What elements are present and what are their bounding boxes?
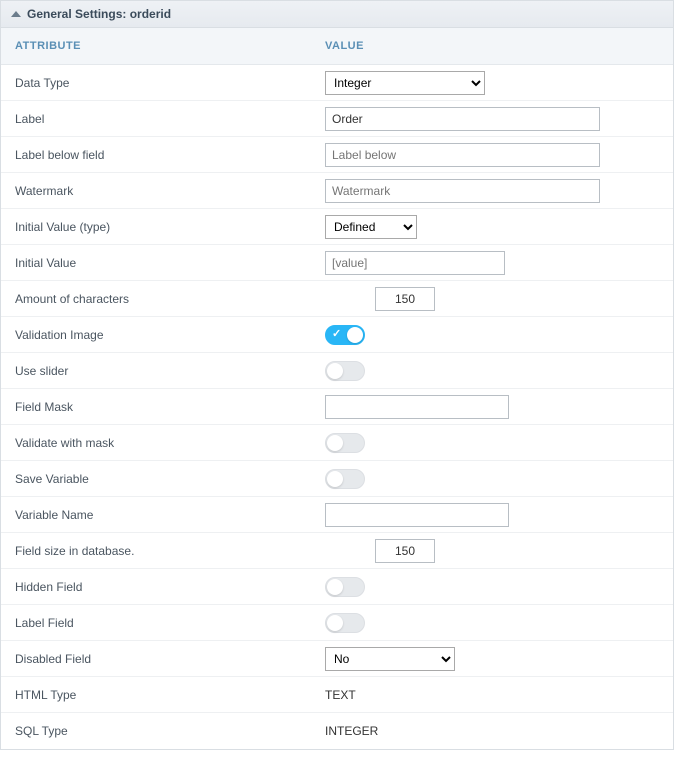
row-sql-type: SQL Type INTEGER: [1, 713, 673, 749]
label-html-type: HTML Type: [1, 679, 311, 711]
row-label: Label: [1, 101, 673, 137]
amount-characters-input[interactable]: [375, 287, 435, 311]
row-label-field: Label Field: [1, 605, 673, 641]
initial-value-input[interactable]: [325, 251, 505, 275]
initial-value-type-select[interactable]: Defined: [325, 215, 417, 239]
data-type-select[interactable]: Integer: [325, 71, 485, 95]
label-sql-type: SQL Type: [1, 715, 311, 747]
label-data-type: Data Type: [1, 67, 311, 99]
label-watermark: Watermark: [1, 175, 311, 207]
label-field-mask: Field Mask: [1, 391, 311, 423]
row-validation-image: Validation Image: [1, 317, 673, 353]
label-validate-with-mask: Validate with mask: [1, 427, 311, 459]
label-label: Label: [1, 103, 311, 135]
row-data-type: Data Type Integer: [1, 65, 673, 101]
watermark-input[interactable]: [325, 179, 600, 203]
column-header-row: ATTRIBUTE VALUE: [1, 28, 673, 65]
label-input[interactable]: [325, 107, 600, 131]
hidden-field-toggle[interactable]: [325, 577, 365, 597]
use-slider-toggle[interactable]: [325, 361, 365, 381]
row-use-slider: Use slider: [1, 353, 673, 389]
label-save-variable: Save Variable: [1, 463, 311, 495]
row-initial-value: Initial Value: [1, 245, 673, 281]
validation-image-toggle[interactable]: [325, 325, 365, 345]
row-field-size-db: Field size in database.: [1, 533, 673, 569]
field-mask-input[interactable]: [325, 395, 509, 419]
label-variable-name: Variable Name: [1, 499, 311, 531]
row-hidden-field: Hidden Field: [1, 569, 673, 605]
row-save-variable: Save Variable: [1, 461, 673, 497]
label-field-toggle[interactable]: [325, 613, 365, 633]
label-below-input[interactable]: [325, 143, 600, 167]
label-validation-image: Validation Image: [1, 319, 311, 351]
row-amount-characters: Amount of characters: [1, 281, 673, 317]
row-label-below: Label below field: [1, 137, 673, 173]
row-disabled-field: Disabled Field No: [1, 641, 673, 677]
panel-header[interactable]: General Settings: orderid: [1, 1, 673, 28]
general-settings-panel: General Settings: orderid ATTRIBUTE VALU…: [0, 0, 674, 750]
html-type-value: TEXT: [325, 688, 356, 702]
row-validate-with-mask: Validate with mask: [1, 425, 673, 461]
label-field-size-db: Field size in database.: [1, 535, 311, 567]
row-initial-value-type: Initial Value (type) Defined: [1, 209, 673, 245]
disabled-field-select[interactable]: No: [325, 647, 455, 671]
row-field-mask: Field Mask: [1, 389, 673, 425]
collapse-icon: [11, 11, 21, 17]
label-initial-value: Initial Value: [1, 247, 311, 279]
sql-type-value: INTEGER: [325, 724, 378, 738]
save-variable-toggle[interactable]: [325, 469, 365, 489]
label-disabled-field: Disabled Field: [1, 643, 311, 675]
row-variable-name: Variable Name: [1, 497, 673, 533]
label-amount-characters: Amount of characters: [1, 283, 311, 315]
label-use-slider: Use slider: [1, 355, 311, 387]
label-hidden-field: Hidden Field: [1, 571, 311, 603]
label-label-below: Label below field: [1, 139, 311, 171]
row-html-type: HTML Type TEXT: [1, 677, 673, 713]
label-initial-value-type: Initial Value (type): [1, 211, 311, 243]
validate-with-mask-toggle[interactable]: [325, 433, 365, 453]
panel-title: General Settings: orderid: [27, 7, 171, 21]
field-size-db-input[interactable]: [375, 539, 435, 563]
row-watermark: Watermark: [1, 173, 673, 209]
col-header-attribute: ATTRIBUTE: [1, 28, 311, 64]
variable-name-input[interactable]: [325, 503, 509, 527]
col-header-value: VALUE: [311, 28, 673, 64]
label-label-field: Label Field: [1, 607, 311, 639]
